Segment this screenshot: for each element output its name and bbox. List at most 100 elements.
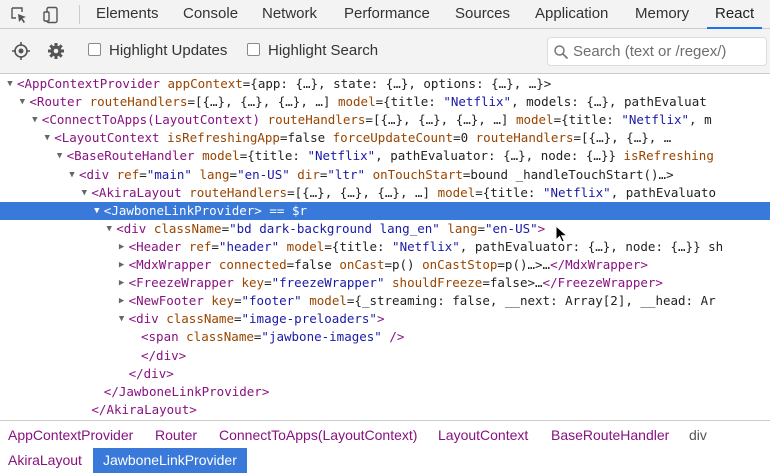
tree-token: "freezeWrapper" <box>271 275 385 291</box>
collapse-arrow-icon[interactable]: ▼ <box>79 184 89 202</box>
tree-row[interactable]: </JawboneLinkProvider> <box>0 383 770 401</box>
tab-console[interactable]: Console <box>183 0 238 28</box>
tree-token: = <box>233 293 242 309</box>
tree-row[interactable]: </div> <box>0 365 770 383</box>
tree-row-content: <div className="image-preloaders"> <box>129 310 385 328</box>
tree-token <box>384 275 392 290</box>
breadcrumb-item-connecttoapps-layoutcontext[interactable]: ConnectToApps(LayoutContext) <box>219 423 417 448</box>
tree-token: routeHandlers <box>89 94 188 110</box>
tree-row[interactable]: ▼ <div ref="main" lang="en-US" dir="ltr" … <box>0 166 770 184</box>
tree-row[interactable]: </div> <box>0 347 770 365</box>
tree-token: model <box>437 184 476 200</box>
tab-memory[interactable]: Memory <box>635 0 689 28</box>
collapse-arrow-icon[interactable]: ▼ <box>55 147 65 165</box>
tree-token: lang <box>199 166 230 182</box>
tree-token: ={title: <box>324 238 393 254</box>
settings-gear-icon[interactable] <box>46 41 66 61</box>
tree-token: "footer" <box>241 293 302 309</box>
tree-row-content: <LayoutContext isRefreshingApp=false for… <box>54 129 671 147</box>
tree-row[interactable]: ▼ <AkiraLayout routeHandlers=[{…}, {…}, {… <box>0 184 770 202</box>
tree-row[interactable]: ▼ <AppContextProvider appContext={app: {…… <box>0 75 770 93</box>
breadcrumb-item-layoutcontext[interactable]: LayoutContext <box>438 423 528 448</box>
tree-token: model <box>202 148 240 164</box>
tree-row-content: </div> <box>129 365 174 383</box>
tree-row[interactable]: ▶ <MdxWrapper connected=false onCast=p() … <box>0 256 770 274</box>
tree-token: key <box>241 275 265 291</box>
tree-token: =[{…}, {…}, … <box>573 130 672 146</box>
tree-row[interactable]: ▼ <BaseRouteHandler model={title: "Netfli… <box>0 147 770 165</box>
tab-application[interactable]: Application <box>535 0 608 28</box>
tree-token: forceUpdateCount <box>332 130 454 146</box>
tree-row[interactable]: ▼ <div className="image-preloaders"> <box>0 310 770 328</box>
tree-row[interactable]: ▼ <div className="bd dark-background lang… <box>0 220 770 238</box>
breadcrumb-item-div[interactable]: div <box>689 423 707 448</box>
tab-network[interactable]: Network <box>262 0 317 28</box>
breadcrumb: AppContextProvider Router ConnectToApps(La… <box>0 420 770 473</box>
tree-row[interactable]: ▶ <NewFooter key="footer" model={_streami… <box>0 292 770 310</box>
select-element-icon[interactable] <box>11 41 31 61</box>
tree-token: <JawboneLinkProvider> <box>103 202 262 218</box>
tree-token: <AkiraLayout <box>91 184 190 200</box>
expand-arrow-icon[interactable]: ▶ <box>117 274 127 292</box>
tree-token: className <box>186 329 254 345</box>
tree-token: "ltr" <box>327 166 366 182</box>
breadcrumb-item-akiralayout[interactable]: AkiraLayout <box>8 448 82 473</box>
tree-token: "en-US" <box>484 220 538 236</box>
tree-token: <AppContextProvider <box>17 76 168 91</box>
tab-react[interactable]: React <box>706 0 763 29</box>
expand-arrow-icon[interactable]: ▶ <box>117 238 127 256</box>
highlight-updates-checkbox[interactable] <box>88 43 101 56</box>
tree-row[interactable]: </AkiraLayout> <box>0 401 770 419</box>
tab-performance[interactable]: Performance <box>344 0 430 28</box>
collapse-arrow-icon[interactable]: ▼ <box>30 111 40 129</box>
expand-arrow-icon[interactable]: ▶ <box>117 292 127 310</box>
collapse-arrow-icon[interactable]: ▼ <box>17 93 27 111</box>
collapse-arrow-icon[interactable]: ▼ <box>42 129 52 147</box>
tree-token: , pathEvaluator: {…}, node: {…}} <box>375 148 624 164</box>
tree-token: =false <box>279 130 333 146</box>
tree-token: , pathEvaluato <box>610 184 717 200</box>
breadcrumb-item-baseroutehandler[interactable]: BaseRouteHandler <box>551 423 669 448</box>
tree-token: "Netflix" <box>621 112 690 128</box>
tree-row[interactable]: <span className="jawbone-images" /> <box>0 328 770 346</box>
tree-row[interactable]: ▼ <Router routeHandlers=[{…}, {…}, {…}, …… <box>0 93 770 111</box>
tree-token: =bound _handleTouchStart()…> <box>462 166 674 182</box>
tree-row-content: </JawboneLinkProvider> <box>104 383 270 401</box>
tree-token: = <box>233 311 242 327</box>
tree-row[interactable]: ▶ <FreezeWrapper key="freezeWrapper" shou… <box>0 274 770 292</box>
collapse-arrow-icon[interactable]: ▼ <box>104 220 114 238</box>
tree-row[interactable]: ▼ <ConnectToApps(LayoutContext) routeHand… <box>0 111 770 129</box>
breadcrumb-item-router[interactable]: Router <box>155 423 197 448</box>
tree-token: className <box>153 220 222 236</box>
collapse-arrow-icon[interactable]: ▼ <box>92 202 102 220</box>
tab-elements[interactable]: Elements <box>96 0 159 28</box>
collapse-arrow-icon[interactable]: ▼ <box>5 75 15 93</box>
tree-token: model <box>286 238 325 254</box>
tree-row-selected[interactable]: ▼ <JawboneLinkProvider> == $r <box>0 201 770 220</box>
tree-token: == $r <box>261 202 307 218</box>
collapse-arrow-icon[interactable]: ▼ <box>117 310 127 328</box>
tree-row-content: </div> <box>141 347 186 365</box>
tree-row[interactable]: ▶ <Header ref="header" model={title: "Net… <box>0 238 770 256</box>
collapse-arrow-icon[interactable]: ▼ <box>67 166 77 184</box>
tree-token: key <box>211 293 234 309</box>
device-toolbar-icon[interactable] <box>43 6 61 24</box>
tree-row[interactable]: ▼ <LayoutContext isRefreshingApp=false fo… <box>0 129 770 147</box>
tree-token: = <box>221 220 230 236</box>
tree-row-content: <AkiraLayout routeHandlers=[{…}, {…}, {…… <box>91 184 716 202</box>
highlight-search-checkbox[interactable] <box>247 43 260 56</box>
tree-token: /> <box>381 329 405 345</box>
breadcrumb-item-jawbonelinkprovider[interactable]: JawboneLinkProvider <box>93 448 247 473</box>
tab-sources[interactable]: Sources <box>455 0 510 28</box>
tree-token: routeHandlers <box>267 112 366 128</box>
breadcrumb-item-appcontextprovider[interactable]: AppContextProvider <box>8 423 133 448</box>
tree-token: </div> <box>141 347 187 363</box>
tree-token: ={title: <box>553 112 622 128</box>
tree-token: =p() <box>384 257 423 272</box>
tree-token: =[{…}, {…}, {…}, …] <box>365 112 516 128</box>
search-input[interactable]: Search (text or /regex/) <box>547 37 767 66</box>
inspect-element-icon[interactable] <box>10 6 28 24</box>
expand-arrow-icon[interactable]: ▶ <box>117 256 127 274</box>
tree-token: "Netflix" <box>542 184 611 200</box>
tree-token: > <box>376 311 385 327</box>
